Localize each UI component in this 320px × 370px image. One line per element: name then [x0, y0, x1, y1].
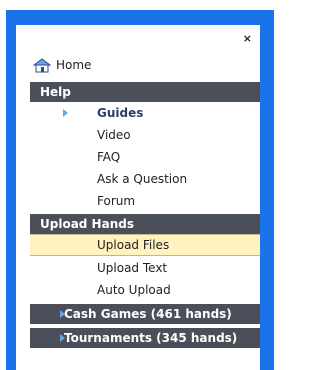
menu-item-forum[interactable]: Forum: [30, 190, 260, 212]
menu-item-label: Forum: [97, 194, 136, 208]
home-link[interactable]: Home: [32, 57, 91, 73]
section-label: Tournaments (345 hands): [64, 331, 238, 345]
menu-item-ask-question[interactable]: Ask a Question: [30, 168, 260, 190]
section-header-label: Upload Hands: [40, 217, 134, 231]
home-icon: [32, 58, 52, 73]
menu-item-label: Ask a Question: [97, 172, 188, 186]
chevron-right-icon: [60, 310, 65, 318]
home-label: Home: [56, 58, 92, 72]
menu-item-video[interactable]: Video: [30, 124, 260, 146]
chevron-right-icon: [60, 334, 65, 342]
section-header-help[interactable]: Help: [30, 82, 260, 102]
chevron-right-icon: [63, 109, 68, 117]
menu-item-upload-files[interactable]: Upload Files: [30, 234, 260, 256]
menu-item-auto-upload[interactable]: Auto Upload: [30, 279, 260, 301]
section-label: Cash Games (461 hands): [64, 307, 232, 321]
menu-item-label: Upload Files: [97, 238, 170, 252]
menu-item-label: FAQ: [97, 150, 121, 164]
help-menu-panel: × Home Help Guides Video FAQ Ask a Quest…: [16, 25, 260, 370]
section-header-label: Help: [40, 85, 71, 99]
menu-item-label: Video: [97, 128, 131, 142]
menu-item-label: Guides: [97, 106, 144, 120]
menu-item-label: Upload Text: [97, 261, 168, 275]
menu-item-upload-text[interactable]: Upload Text: [30, 257, 260, 279]
menu-item-guides[interactable]: Guides: [30, 102, 260, 124]
close-icon[interactable]: ×: [243, 33, 252, 44]
menu-item-label: Auto Upload: [97, 283, 171, 297]
section-header-upload-hands[interactable]: Upload Hands: [30, 214, 260, 234]
menu-item-faq[interactable]: FAQ: [30, 146, 260, 168]
section-cash-games[interactable]: Cash Games (461 hands): [30, 304, 260, 324]
section-tournaments[interactable]: Tournaments (345 hands): [30, 328, 260, 348]
